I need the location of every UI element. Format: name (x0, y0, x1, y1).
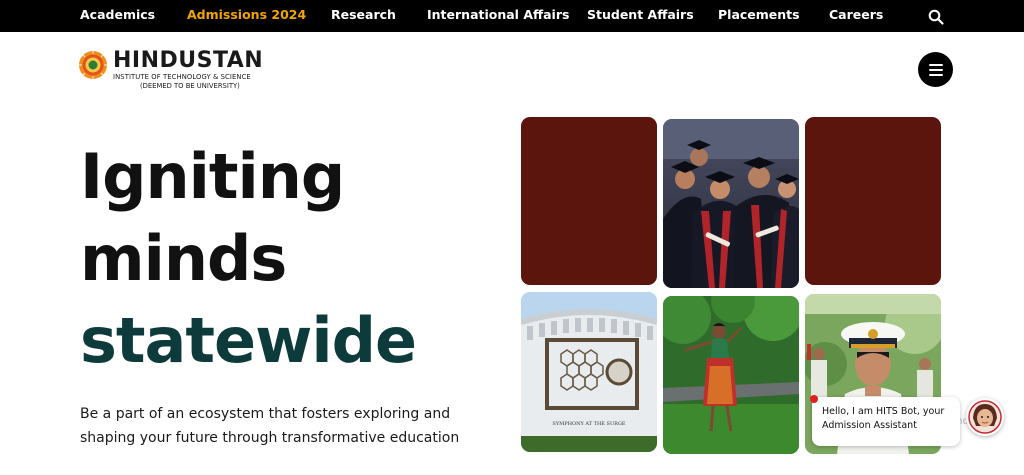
logo-subtitle-deemed: (DEEMED TO BE UNIVERSITY) (140, 82, 240, 90)
hamburger-icon-bar (929, 74, 943, 76)
hamburger-icon (929, 64, 943, 66)
building-sign-text: SYMPHONY AT THE SURGE (552, 421, 626, 427)
logo-title: HINDUSTAN (113, 48, 264, 73)
site-header: HINDUSTAN INSTITUTE OF TECHNOLOGY & SCIE… (0, 32, 1024, 107)
nav-admissions[interactable]: Admissions 2024 (187, 7, 306, 22)
top-navigation: Academics Admissions 2024 Research Inter… (0, 0, 1024, 32)
nav-careers[interactable]: Careers (829, 7, 883, 22)
hamburger-menu-button[interactable] (918, 52, 953, 87)
gallery-photo-graduates (663, 119, 799, 288)
gallery-photo-campus-building: SYMPHONY AT THE SURGE (521, 292, 657, 452)
search-icon[interactable] (927, 8, 945, 26)
chatbot-message-bubble[interactable]: Hello, I am HITS Bot, your Admission Ass… (810, 395, 960, 446)
chatbot-launcher-button[interactable] (966, 398, 1004, 436)
nav-international-affairs[interactable]: International Affairs (427, 7, 569, 22)
notification-dot (810, 395, 818, 403)
nav-academics[interactable]: Academics (80, 7, 155, 22)
nav-research[interactable]: Research (331, 7, 396, 22)
logo-emblem-icon (79, 51, 107, 79)
institute-logo[interactable]: HINDUSTAN INSTITUTE OF TECHNOLOGY & SCIE… (78, 48, 278, 94)
logo-subtitle: INSTITUTE OF TECHNOLOGY & SCIENCE (113, 73, 251, 81)
hero-tagline: Be a part of an ecosystem that fosters e… (80, 406, 460, 446)
nav-student-affairs[interactable]: Student Affairs (587, 7, 694, 22)
chatbot-message: Hello, I am HITS Bot, your Admission Ass… (822, 406, 945, 431)
gallery-tile-color-block (521, 117, 657, 285)
hamburger-icon-bar (929, 69, 943, 71)
chatbot-avatar-icon (968, 400, 1002, 434)
hero-headline-line1: Igniting (80, 140, 345, 213)
nav-placements[interactable]: Placements (718, 7, 800, 22)
gallery-tile-color-block (805, 117, 941, 285)
hero-headline-line3: statewide (80, 304, 417, 377)
hero-headline-line2: minds (80, 222, 287, 295)
gallery-photo-dancer (663, 296, 799, 454)
